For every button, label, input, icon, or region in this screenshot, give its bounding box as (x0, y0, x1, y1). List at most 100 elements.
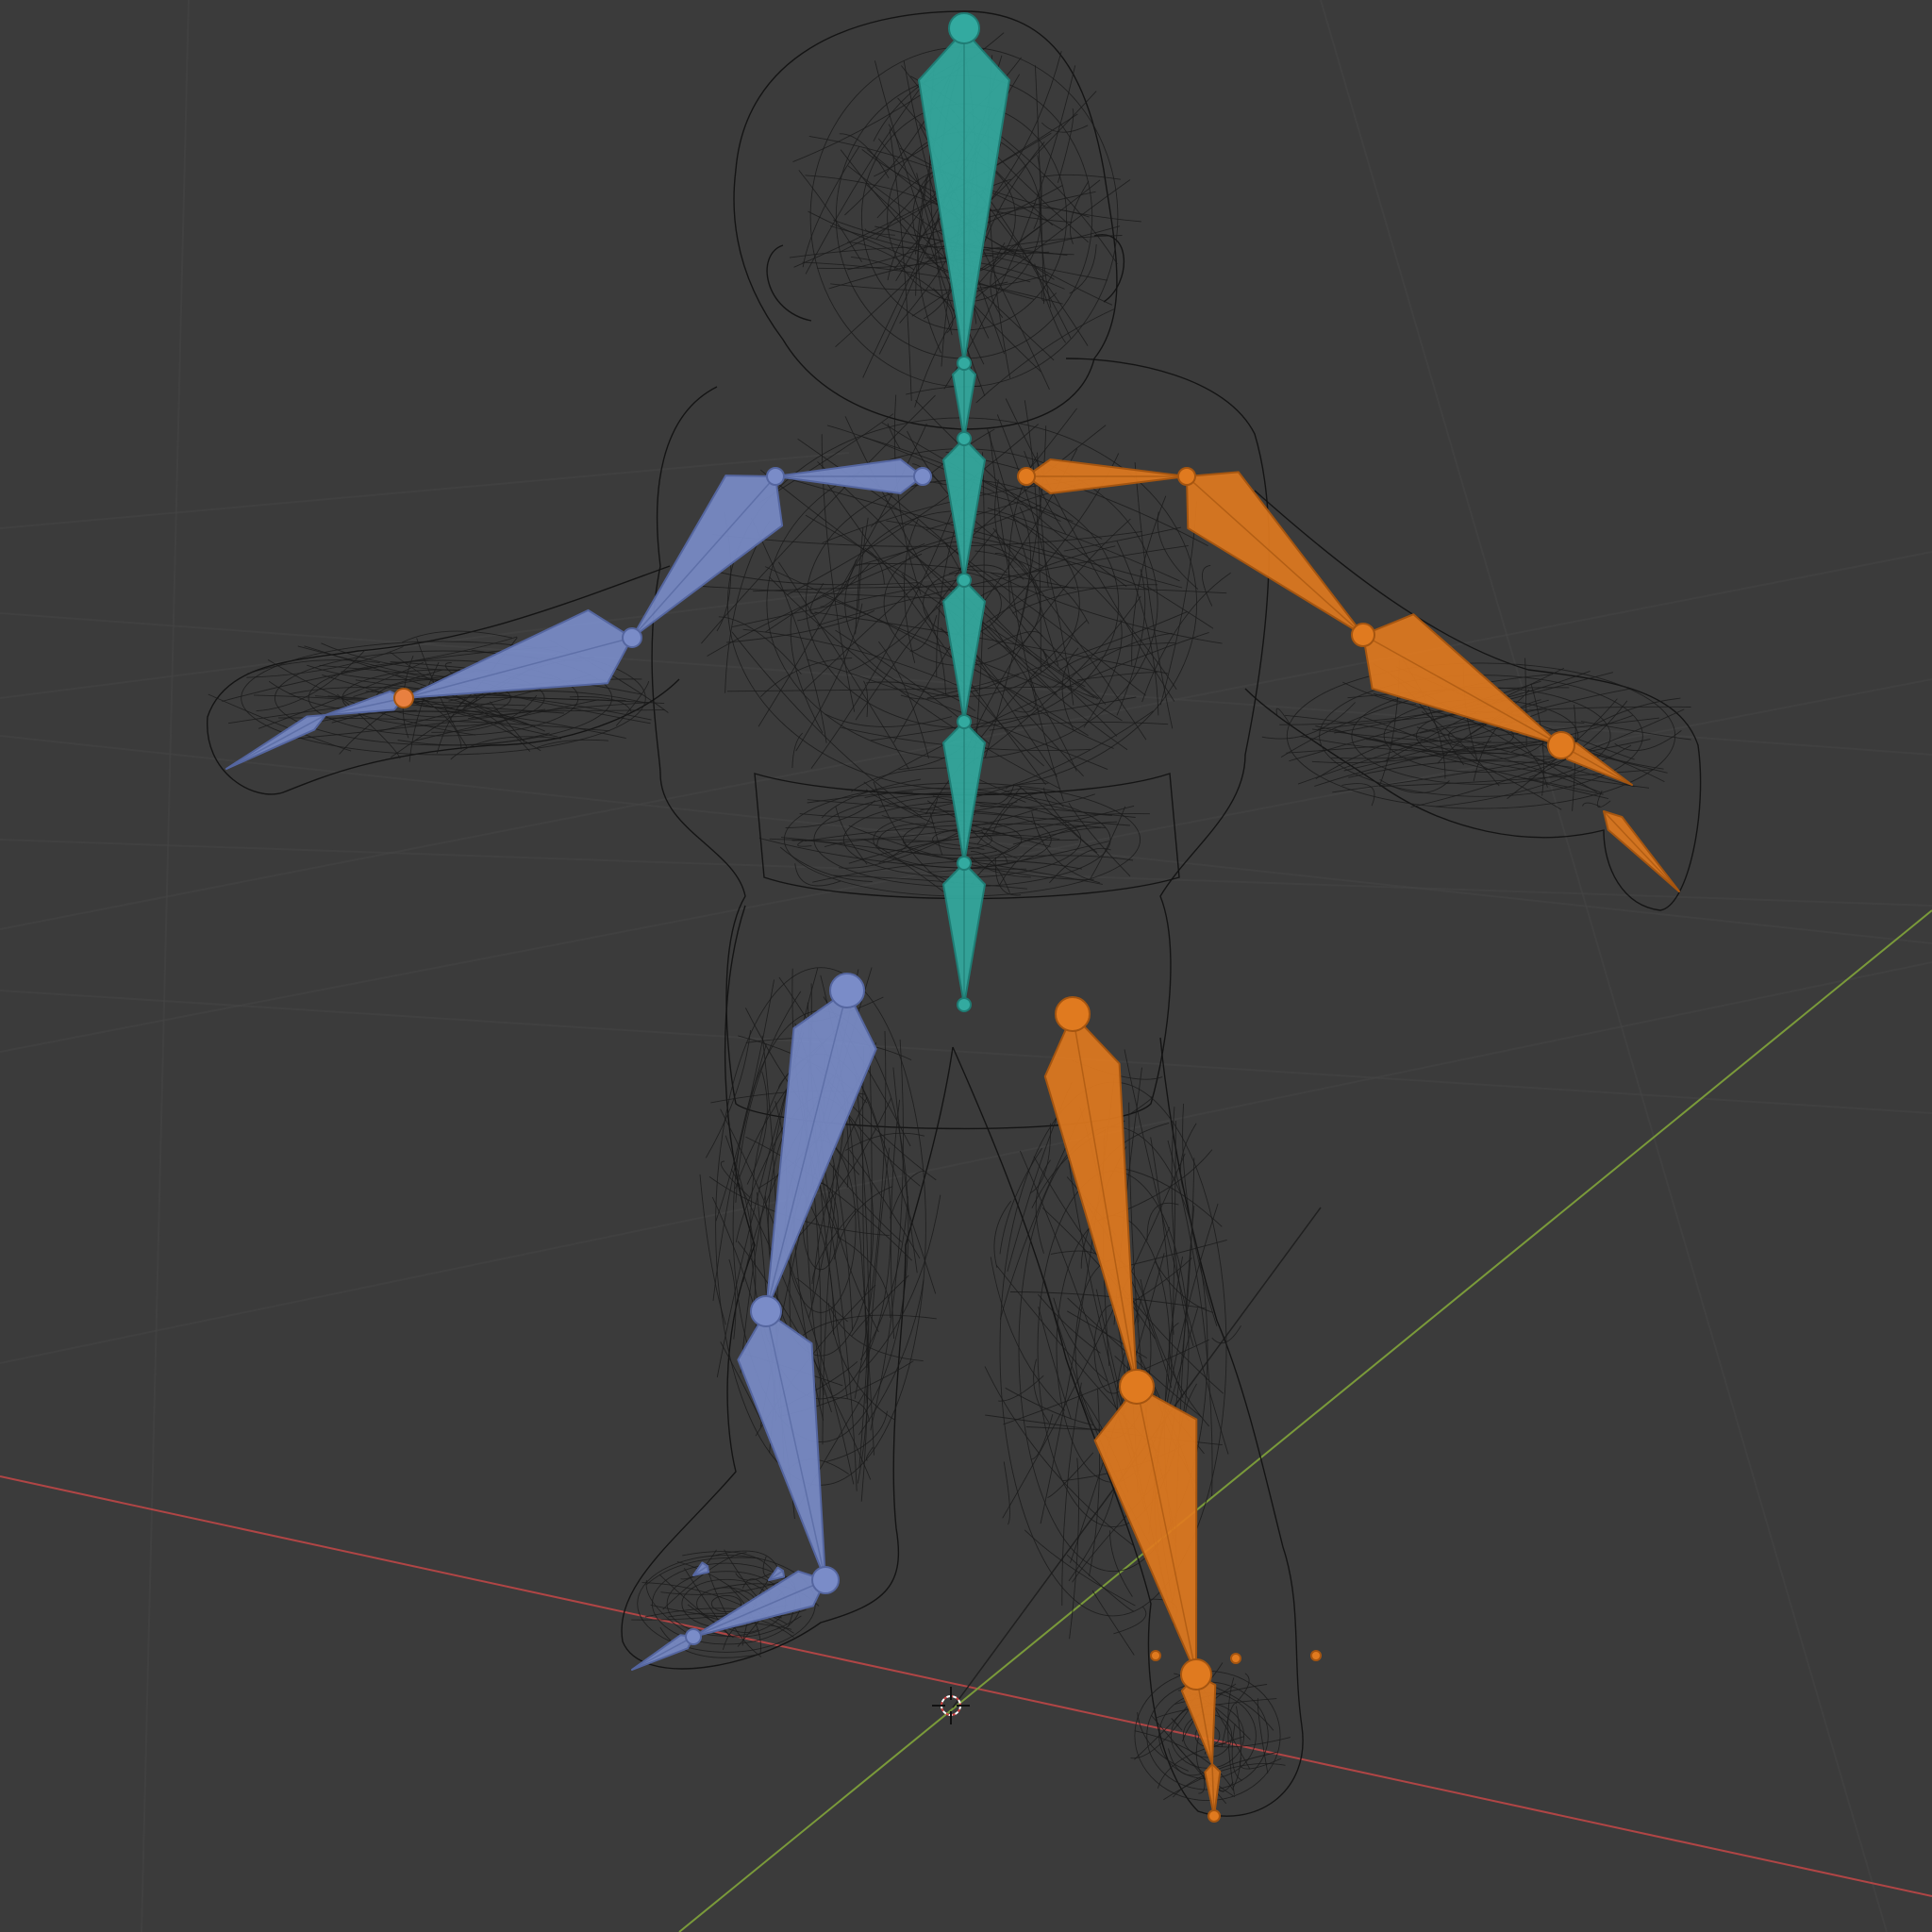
bone-heel-left-a (692, 1561, 710, 1576)
mesh-edge (795, 603, 863, 752)
mesh-edge (1041, 122, 1089, 133)
mesh-edge (731, 631, 923, 818)
joint-hips-tail (957, 997, 972, 1012)
mesh-edge (817, 470, 1046, 786)
mesh-outline-1 (766, 244, 812, 322)
joint-ankle-left (811, 1566, 840, 1594)
mesh-edge (450, 736, 562, 760)
joint-shoulder-right (1017, 467, 1036, 486)
joint-elbow-top-right (1177, 467, 1196, 486)
mesh-edge (1005, 782, 1049, 790)
joint-spine-4 (957, 856, 972, 871)
3d-viewport[interactable] (0, 0, 1932, 1932)
joint-elbow-left (622, 627, 642, 648)
joint-elbow-top-left (766, 467, 785, 486)
mesh-edge (993, 1200, 1012, 1268)
bone-upperarm-left-ridge (631, 475, 776, 639)
mesh-edge (1261, 702, 1356, 740)
mesh-edge (989, 721, 1169, 731)
joint-wrist-left (393, 688, 414, 708)
mesh-edge (851, 1274, 909, 1337)
mesh-edge (798, 170, 862, 263)
mesh-edge (750, 517, 827, 743)
mesh-edge (699, 1174, 726, 1325)
mesh-edge (1003, 1461, 1010, 1525)
joint-spine-3 (957, 714, 972, 729)
mesh-edge (1068, 1491, 1115, 1582)
mesh-edge (1024, 1529, 1136, 1607)
armature[interactable] (225, 12, 1680, 1823)
mesh-edge (1202, 564, 1213, 607)
viewport-canvas[interactable] (0, 0, 1932, 1932)
mesh-edge (987, 507, 1180, 582)
mesh-edge (1029, 1123, 1051, 1194)
mesh-edge (1090, 806, 1126, 879)
mesh-edge (875, 631, 1209, 782)
bone-upperarm-right (1186, 471, 1364, 636)
joint-knee-right (1119, 1369, 1155, 1405)
mesh-edge (1058, 641, 1175, 672)
mesh-edge (975, 308, 1116, 404)
mesh-edge (1150, 1137, 1174, 1335)
joint-spine-1 (957, 431, 972, 446)
mesh-edge (796, 1277, 848, 1323)
bone-shoulder-right (1025, 458, 1188, 494)
joint-knee-left (750, 1295, 782, 1327)
joint-elbow-right (1351, 623, 1375, 647)
mesh-edge (890, 1099, 901, 1340)
bone-forearm-left-body (403, 608, 633, 699)
mesh-edge (1018, 785, 1100, 857)
mesh-edge (1410, 708, 1685, 808)
joint-shoulder-left (913, 467, 932, 486)
mesh-edge (1035, 1159, 1051, 1254)
grid-line (0, 961, 1932, 1364)
x-axis-line (0, 1475, 1932, 1897)
mesh-edge (1030, 1414, 1054, 1460)
mesh-edge (1257, 1698, 1269, 1774)
mesh-edge (718, 616, 802, 675)
bone-shin-left (737, 1310, 826, 1581)
mesh-edge (824, 713, 953, 727)
mesh-edge (1168, 1748, 1209, 1776)
mesh-edge (825, 1410, 888, 1463)
bone-finger-right-ridge (1603, 810, 1680, 892)
mesh-edge (1134, 462, 1174, 729)
joint-ik-target-0 (1150, 1650, 1161, 1661)
mesh-edge (490, 701, 525, 742)
mesh-edge (814, 611, 1168, 675)
mesh-edge (746, 1071, 768, 1185)
joint-ankle-right (1180, 1658, 1212, 1690)
joint-ik-target-2 (1310, 1650, 1322, 1661)
grid-line (1320, 0, 1888, 1932)
joint-spine-2 (957, 573, 972, 588)
joint-spine-0 (957, 356, 972, 371)
joint-toe-right (1208, 1809, 1221, 1823)
joint-head-tip (948, 12, 980, 44)
bone-shin-left-body (737, 1310, 826, 1581)
mesh-edge (876, 170, 938, 219)
mesh-edge (990, 1257, 1066, 1411)
mesh-edge (1047, 1452, 1094, 1499)
world-axes (0, 909, 1932, 1932)
mesh-edge (1113, 1606, 1147, 1635)
mesh-edge (802, 145, 860, 268)
mesh-edge (1109, 1530, 1133, 1597)
mesh-edge (848, 1149, 921, 1259)
grid-line (141, 0, 190, 1932)
joint-toe-left (685, 1628, 702, 1645)
mesh-edge (1131, 495, 1167, 666)
mesh-edge (1091, 1590, 1135, 1656)
bone-toe-left-ridge (631, 1636, 694, 1671)
bone-hips (942, 862, 986, 1006)
mesh-edge (682, 1551, 774, 1573)
bone-shoulder-left (774, 458, 924, 494)
joint-hip-right (1055, 996, 1091, 1032)
mesh-edge (662, 1552, 747, 1610)
mesh-edge (863, 680, 869, 718)
bone-forearm-left (403, 608, 633, 699)
bone-upperarm-right-ridge (1186, 475, 1364, 636)
mesh-edge (1050, 1250, 1105, 1261)
mesh-edge (1038, 1293, 1101, 1354)
bone-neck (952, 362, 976, 440)
mesh-edge (1016, 507, 1031, 638)
